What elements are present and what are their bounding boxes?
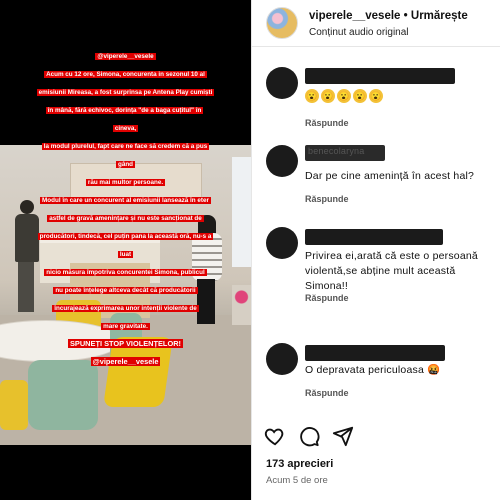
post-video[interactable]: @viperele__vesele Acum cu 12 ore, Simona,… (0, 0, 251, 500)
reply-button[interactable]: Răspunde (305, 118, 349, 128)
caption-line: nicio măsura împotriva concurentei Simon… (44, 269, 207, 276)
comment-username[interactable]: benecolaryna (308, 144, 364, 159)
caption-line: în mână, fără echivoc, dorința "de a bag… (45, 107, 204, 132)
caption-handle: @viperele__vesele (90, 357, 161, 366)
comment-text: O depravata periculoasa 🤬 (305, 364, 441, 376)
comment-icon[interactable] (298, 425, 320, 447)
heart-icon[interactable] (264, 425, 286, 447)
emoji-icon: 😮 (337, 89, 351, 103)
caption-line: rău mai multor persoane. (85, 179, 166, 186)
caption-line: Modul în care un concurent al emisiunii … (40, 197, 211, 204)
caption-line: emisiunii Mireasa, a fost surprinsa pe A… (36, 89, 215, 96)
caption-line: încurajează exprimarea unor intenții vio… (52, 305, 199, 312)
caption-line: mare gravitate. (101, 323, 150, 330)
comment-avatar[interactable] (266, 227, 298, 259)
audio-label[interactable]: Conținut audio original (309, 27, 409, 38)
emoji-icon: 😮 (321, 89, 335, 103)
reply-button[interactable]: Răspunde (305, 388, 349, 398)
likes-count[interactable]: 173 aprecieri (266, 458, 333, 470)
post-header: viperele__vesele • Urmărește Conținut au… (252, 0, 500, 47)
emoji-icon: 😮 (369, 89, 383, 103)
comment-text: 😮 😮 😮 😮 😮 (305, 89, 385, 104)
caption-line: nu poate înțelege altceva decât că produ… (53, 287, 198, 294)
post-sidebar: viperele__vesele • Urmărește Conținut au… (251, 0, 500, 500)
caption-slogan: SPUNEȚI STOP VIOLENȚELOR! (67, 339, 183, 348)
chair-yellow (0, 380, 28, 430)
video-caption: @viperele__vesele Acum cu 12 ore, Simona,… (0, 45, 251, 369)
caption-line: producători, tindecă, cel puțin pana la … (37, 233, 214, 258)
caption-line: la modul plurelul, fapt care ne face să … (41, 143, 210, 168)
emoji-icon: 😮 (305, 89, 319, 103)
share-icon[interactable] (332, 425, 354, 447)
reply-button[interactable]: Răspunde (305, 194, 349, 204)
comment-text: Dar pe cine amenință în acest hal? (305, 170, 475, 182)
redacted-username (305, 68, 455, 84)
comment-avatar[interactable] (266, 145, 298, 177)
comment-avatar[interactable] (266, 67, 298, 99)
comment-text: Privirea ei,arată că este o persoană vio… (305, 250, 478, 292)
separator-dot: • (403, 10, 408, 22)
account-handle[interactable]: viperele__vesele (309, 10, 400, 22)
comment-avatar[interactable] (266, 343, 298, 375)
follow-button[interactable]: Urmărește (411, 10, 468, 22)
reply-button[interactable]: Răspunde (305, 293, 349, 303)
caption-line: @viperele__vesele (95, 53, 156, 60)
redacted-username (305, 229, 443, 245)
caption-line: Acum cu 12 ore, Simona, concurenta in se… (44, 71, 207, 78)
redacted-username (305, 345, 445, 361)
chair-green (28, 360, 98, 430)
post-timestamp: Acum 5 de ore (266, 475, 328, 486)
account-avatar[interactable] (266, 7, 298, 39)
caption-line: astfel de gravă amenințare și nu este sa… (47, 215, 204, 222)
emoji-icon: 😮 (353, 89, 367, 103)
